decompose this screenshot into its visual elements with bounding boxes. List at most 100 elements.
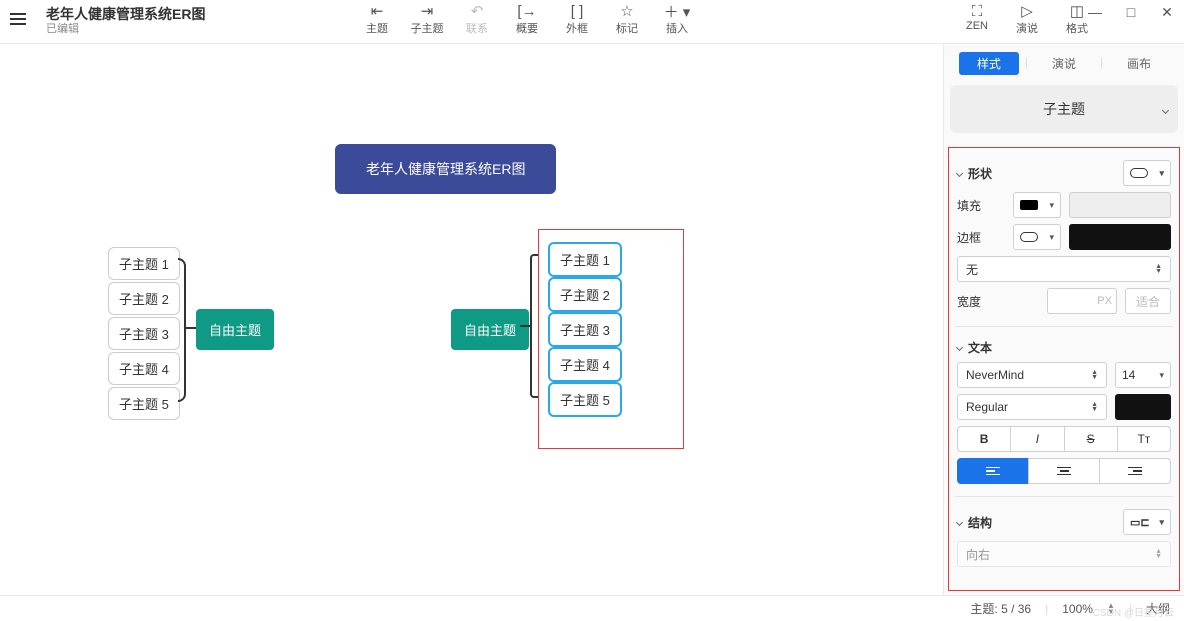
tool-marker[interactable]: ☆标记	[604, 2, 650, 42]
tool-boundary[interactable]: [ ]外框	[554, 2, 600, 42]
subtopic-1-4[interactable]: 子主题 4	[108, 352, 180, 385]
divider	[955, 496, 1173, 497]
border-style[interactable]: ▾	[1013, 224, 1061, 250]
subtopic-2-2[interactable]: 子主题 2	[548, 277, 622, 312]
bold-button[interactable]: B	[957, 426, 1011, 452]
tool-insert[interactable]: ＋ ▾插入	[654, 2, 700, 42]
style-preview[interactable]: 子主题	[950, 85, 1178, 133]
tab-pitch[interactable]: 演说	[1034, 52, 1094, 75]
summary-icon: [→	[517, 2, 536, 20]
align-center[interactable]	[1028, 458, 1100, 484]
panel-body: 形状 ▾ 填充 ▾ 边框 ▾ 无 ▲▼ 宽度	[948, 147, 1180, 591]
zen-icon: ⛶	[972, 2, 983, 20]
tool-topic[interactable]: ⇤主题	[354, 2, 400, 42]
minimize-button[interactable]: —	[1088, 4, 1102, 21]
subtopic-1-5[interactable]: 子主题 5	[108, 387, 180, 420]
row-weight: Regular ▲▼	[957, 394, 1171, 420]
width-input[interactable]: PX	[1047, 288, 1117, 314]
chevron-icon	[956, 169, 963, 176]
marker-icon: ☆	[620, 2, 633, 20]
chevron-icon	[956, 518, 963, 525]
row-border: 边框 ▾	[957, 224, 1171, 250]
tool-relation: ↶联系	[454, 2, 500, 42]
subtopic-1-2[interactable]: 子主题 2	[108, 282, 180, 315]
hline-left	[186, 327, 196, 329]
subtopic-1-1[interactable]: 子主题 1	[108, 247, 180, 280]
fill-variant[interactable]	[1069, 192, 1171, 218]
tab-canvas[interactable]: 画布	[1109, 52, 1169, 75]
root-topic[interactable]: 老年人健康管理系统ER图	[335, 144, 556, 194]
font-family-select[interactable]: NeverMind ▲▼	[957, 362, 1107, 388]
chevron-icon	[956, 344, 963, 351]
title-block: 老年人健康管理系统ER图 已编辑	[4, 2, 324, 36]
chevron-down-icon	[1163, 102, 1168, 116]
tool-pitch[interactable]: ▷演说	[1004, 2, 1050, 42]
preview-label: 子主题	[1043, 99, 1085, 119]
hline-right	[520, 325, 530, 327]
subtopic-2-1[interactable]: 子主题 1	[548, 242, 622, 277]
italic-button[interactable]: I	[1010, 426, 1064, 452]
workspace: 老年人健康管理系统ER图 自由主题 子主题 1 子主题 2 子主题 3 子主题 …	[0, 44, 1184, 595]
row-structure-dir: 向右 ▲▼	[957, 541, 1171, 567]
font-weight-select[interactable]: Regular ▲▼	[957, 394, 1107, 420]
panel-tabs: 样式 | 演说 | 画布	[944, 44, 1184, 83]
subtopic-1-3[interactable]: 子主题 3	[108, 317, 180, 350]
maximize-button[interactable]: □	[1124, 4, 1138, 21]
footer-bar: 主题: 5 / 36 | 100% ▲▼ | 大纲	[0, 595, 1184, 621]
row-font: NeverMind ▲▼ 14▾	[957, 362, 1171, 388]
align-row	[957, 458, 1171, 484]
relation-icon: ↶	[471, 2, 484, 20]
case-button[interactable]: Tᴛ	[1117, 426, 1171, 452]
tool-summary[interactable]: [→概要	[504, 2, 550, 42]
subtopic-icon: ⇥	[421, 2, 434, 20]
connector-left	[178, 258, 186, 402]
align-left[interactable]	[957, 458, 1029, 484]
canvas[interactable]: 老年人健康管理系统ER图 自由主题 子主题 1 子主题 2 子主题 3 子主题 …	[0, 44, 943, 595]
window-controls: — □ ✕	[1088, 4, 1174, 21]
insert-icon: ＋ ▾	[664, 2, 691, 20]
font-color[interactable]	[1115, 394, 1171, 420]
pitch-icon: ▷	[1021, 2, 1033, 20]
fill-color[interactable]: ▾	[1013, 192, 1061, 218]
tab-style[interactable]: 样式	[959, 52, 1019, 75]
format-icon: ◫	[1070, 2, 1084, 20]
subtopic-2-4[interactable]: 子主题 4	[548, 347, 622, 382]
font-size-select[interactable]: 14▾	[1115, 362, 1171, 388]
canvas-inner: 老年人健康管理系统ER图 自由主题 子主题 1 子主题 2 子主题 3 子主题 …	[0, 44, 943, 595]
connector-right	[530, 254, 538, 398]
border-width-select[interactable]: 无 ▲▼	[957, 256, 1171, 282]
structure-picker[interactable]: ▭⊏▾	[1123, 509, 1171, 535]
strike-button[interactable]: S	[1064, 426, 1118, 452]
outline-toggle[interactable]: 大纲	[1146, 600, 1170, 617]
tool-zen[interactable]: ⛶ZEN	[954, 2, 1000, 42]
row-none: 无 ▲▼	[957, 256, 1171, 282]
align-right[interactable]	[1099, 458, 1171, 484]
text-style-row: B I S Tᴛ	[957, 426, 1171, 452]
tool-subtopic[interactable]: ⇥子主题	[404, 2, 450, 42]
subtopic-2-5[interactable]: 子主题 5	[548, 382, 622, 417]
subtopic-2-3[interactable]: 子主题 3	[548, 312, 622, 347]
zoom-level[interactable]: 100%	[1062, 602, 1093, 616]
zoom-stepper[interactable]: ▲▼	[1107, 603, 1115, 615]
title-text: 老年人健康管理系统ER图 已编辑	[46, 2, 205, 36]
row-fill: 填充 ▾	[957, 192, 1171, 218]
free-topic-2[interactable]: 自由主题	[451, 309, 529, 350]
fit-button[interactable]: 适合	[1125, 288, 1171, 314]
border-color[interactable]	[1069, 224, 1171, 250]
section-structure[interactable]: 结构 ▭⊏▾	[957, 509, 1171, 535]
topic-icon: ⇤	[371, 2, 384, 20]
free-topic-1[interactable]: 自由主题	[196, 309, 274, 350]
shape-picker[interactable]: ▾	[1123, 160, 1171, 186]
close-button[interactable]: ✕	[1160, 4, 1174, 21]
format-panel: 样式 | 演说 | 画布 子主题 形状 ▾ 填充 ▾ 边框	[943, 44, 1184, 595]
header-bar: 老年人健康管理系统ER图 已编辑 ⇤主题 ⇥子主题 ↶联系 [→概要 [ ]外框…	[0, 0, 1184, 44]
toolbar-main: ⇤主题 ⇥子主题 ↶联系 [→概要 [ ]外框 ☆标记 ＋ ▾插入	[354, 2, 700, 42]
file-title: 老年人健康管理系统ER图	[46, 6, 205, 23]
boundary-icon: [ ]	[571, 2, 584, 20]
menu-icon[interactable]	[4, 5, 32, 33]
section-shape[interactable]: 形状 ▾	[957, 160, 1171, 186]
file-status: 已编辑	[46, 23, 205, 36]
structure-direction[interactable]: 向右 ▲▼	[957, 541, 1171, 567]
topic-count: 主题: 5 / 36	[970, 600, 1031, 617]
section-text[interactable]: 文本	[957, 339, 1171, 356]
